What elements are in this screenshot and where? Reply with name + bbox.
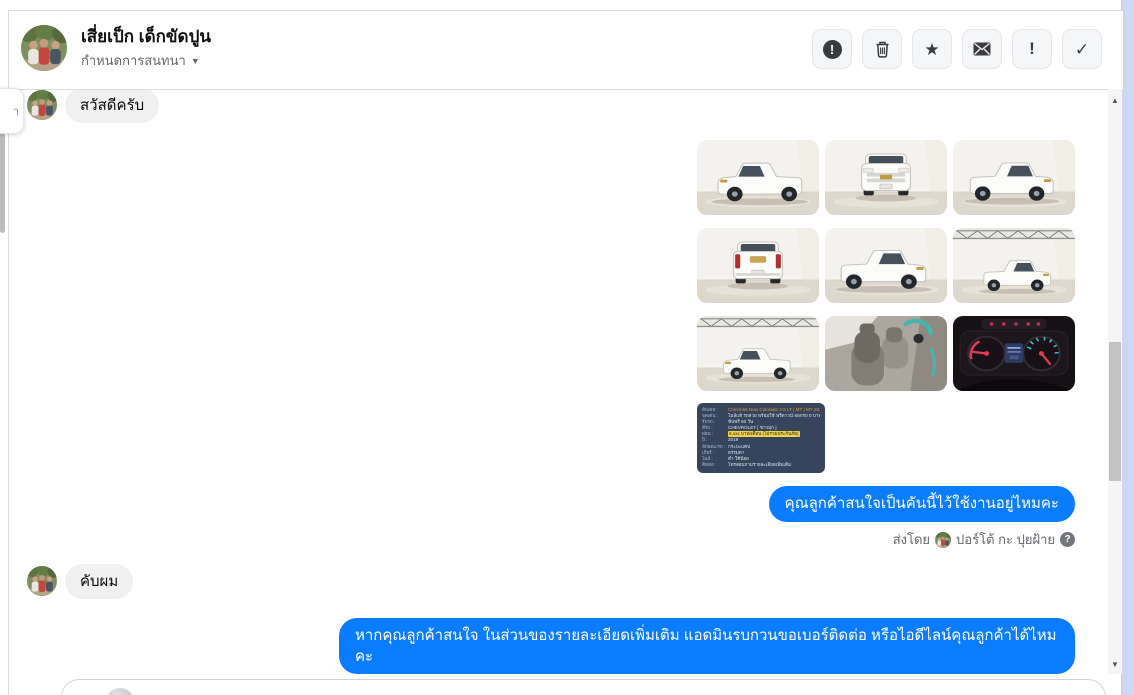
partial-popup: า: [0, 88, 24, 134]
car-photo-side-distant[interactable]: [953, 228, 1075, 303]
car-photo-rear-right-angle[interactable]: [953, 140, 1075, 215]
envelope-icon: [973, 42, 991, 56]
car-photo-interior-seats[interactable]: [825, 316, 947, 391]
reply-composer[interactable]: [61, 679, 1106, 695]
star-icon: ★: [924, 39, 940, 59]
agent-avatar: [935, 532, 951, 548]
conversation-schedule-dropdown[interactable]: กำหนดการสนทนา ▼: [81, 50, 200, 71]
scroll-up-arrow-icon[interactable]: ▲: [1108, 93, 1122, 107]
outgoing-message-interest[interactable]: คุณลูกค้าสนใจเป็นคันนี้ไว้ใช้งานอยู่ไหมค…: [768, 486, 1075, 522]
messenger-inbox-screen: า เสี่ยเป็ก เด็กขัดปูน กำหนดการสนทนา ▼ !: [0, 0, 1134, 695]
conversation-panel: เสี่ยเป็ก เด็กขัดปูน กำหนดการสนทนา ▼ ! ★…: [8, 10, 1123, 695]
conversation-header: เสี่ยเป็ก เด็กขัดปูน กำหนดการสนทนา ▼ ! ★…: [9, 11, 1123, 90]
outgoing-message-followup[interactable]: หากคุณลูกค้าสนใจ ในส่วนของรายละเอียดเพิ่…: [339, 618, 1075, 674]
car-photo-rear-left-angle[interactable]: [825, 228, 947, 303]
exclamation-circle-icon: !: [822, 39, 842, 59]
schedule-label: กำหนดการสนทนา: [81, 53, 186, 68]
agent-name: ปอร์โต้ กะ ปุยฝ้าย: [956, 532, 1055, 547]
window-edge-strip: [1121, 0, 1134, 695]
trash-icon: [876, 41, 888, 58]
car-photo-rear[interactable]: [697, 228, 819, 303]
delete-button[interactable]: [862, 29, 902, 69]
question-circle-icon[interactable]: ?: [1060, 532, 1075, 547]
mark-unread-button[interactable]: [962, 29, 1002, 69]
car-photo-front-left-angle[interactable]: [697, 140, 819, 215]
car-photo-instrument-cluster[interactable]: [953, 316, 1075, 391]
scroll-down-arrow-icon[interactable]: ▼: [1108, 657, 1122, 671]
scrollbar-thumb[interactable]: [1109, 342, 1121, 481]
star-button[interactable]: ★: [912, 29, 952, 69]
exclamation-icon: !: [1029, 39, 1035, 58]
composer-avatar: [106, 688, 134, 695]
check-icon: ✓: [1074, 39, 1090, 59]
car-photo-side-left-distant[interactable]: [697, 316, 819, 391]
sent-by-row: ส่งโดย ปอร์โต้ กะ ปุยฝ้าย ?: [893, 529, 1075, 550]
sent-by-label: ส่งโดย: [892, 532, 931, 547]
popup-fragment-text: า: [12, 106, 19, 118]
spec-card-rows: อัพเดท : Chevrolet New Colorado 2.5 LT | …: [702, 407, 820, 468]
mark-important-button[interactable]: !: [1012, 29, 1052, 69]
car-spec-card[interactable]: อัพเดท : Chevrolet New Colorado 2.5 LT | …: [697, 403, 825, 473]
car-photo-front[interactable]: [825, 140, 947, 215]
car-photo-grid: [697, 140, 1075, 391]
contact-avatar[interactable]: [21, 25, 67, 71]
incoming-message-hello[interactable]: สวัสดีครับ: [65, 88, 160, 123]
sender-avatar: [27, 90, 57, 120]
chat-scrollbar[interactable]: ▲ ▼: [1108, 89, 1122, 674]
chevron-down-icon: ▼: [190, 55, 200, 66]
mark-done-button[interactable]: ✓: [1062, 29, 1102, 69]
spec-row: ติดต่อ : โทรสอบถามรายละเอียดเพิ่มเติม: [702, 461, 792, 467]
report-button[interactable]: !: [812, 29, 852, 69]
sender-avatar: [27, 566, 57, 596]
header-actions: ! ★ ! ✓: [812, 29, 1102, 69]
contact-name: เสี่ยเป็ก เด็กขัดปูน: [81, 27, 211, 46]
incoming-message-reply[interactable]: คับผม: [65, 564, 134, 599]
